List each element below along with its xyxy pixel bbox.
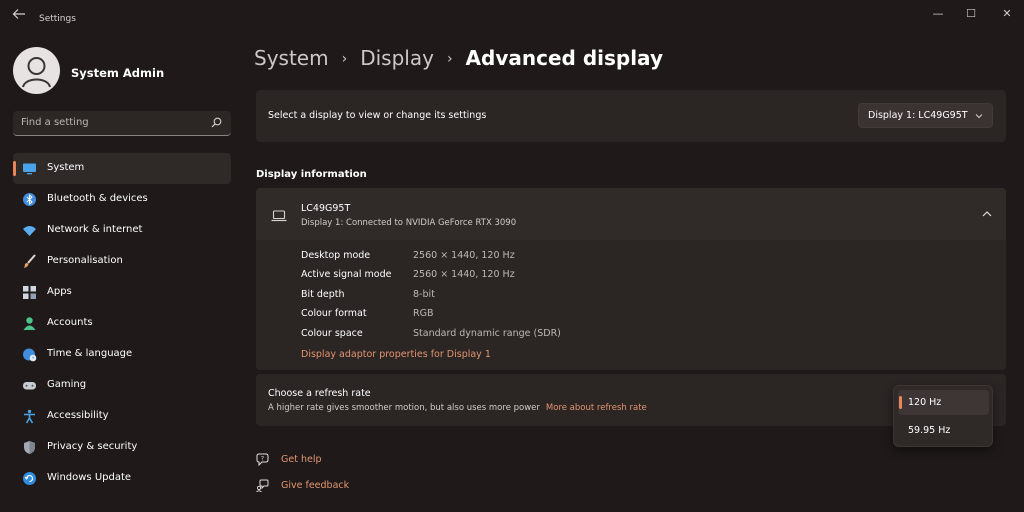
breadcrumb-display[interactable]: Display (360, 46, 434, 70)
sidebar-item-time-language[interactable]: Time & language (13, 339, 231, 370)
sidebar-item-label: Network & internet (47, 224, 143, 235)
search-icon[interactable] (211, 117, 222, 128)
sidebar-item-label: Bluetooth & devices (47, 193, 148, 204)
sidebar-item-gaming[interactable]: Gaming (13, 370, 231, 401)
close-button[interactable]: ✕ (997, 6, 1017, 22)
info-value: 8-bit (413, 289, 435, 300)
section-title-display-information: Display information (256, 169, 367, 180)
display-info-header[interactable]: LC49G95T Display 1: Connected to NVIDIA … (256, 188, 1006, 240)
sidebar-item-label: Accounts (47, 317, 93, 328)
search-input[interactable] (13, 111, 203, 134)
sidebar-item-label: Personalisation (47, 255, 123, 266)
system-monitor-icon (22, 161, 37, 176)
monitor-name: LC49G95T (301, 203, 351, 214)
help-chat-icon: ? (256, 453, 269, 467)
bluetooth-icon (22, 192, 37, 207)
display-dropdown-value: Display 1: LC49G95T (868, 110, 968, 121)
sidebar-item-label: Privacy & security (47, 441, 138, 452)
info-value: 2560 × 1440, 120 Hz (413, 269, 515, 280)
sidebar-item-windows-update[interactable]: Windows Update (13, 463, 231, 494)
info-key: Desktop mode (301, 250, 371, 261)
window-title: Settings (39, 14, 76, 24)
info-key: Active signal mode (301, 269, 392, 280)
refresh-rate-description: A higher rate gives smoother motion, but… (268, 403, 540, 413)
display-select-card: Select a display to view or change its s… (256, 90, 1006, 142)
refresh-rate-option-label: 59.95 Hz (908, 425, 951, 436)
sidebar-item-label: Windows Update (47, 472, 132, 483)
refresh-rate-option-120[interactable]: 120 Hz (898, 390, 989, 415)
page-title: Advanced display (465, 46, 663, 70)
display-adapter-properties-link[interactable]: Display adaptor properties for Display 1 (301, 349, 491, 360)
sidebar-item-bluetooth[interactable]: Bluetooth & devices (13, 184, 231, 215)
person-icon (22, 316, 37, 331)
search-box[interactable] (13, 111, 231, 136)
sidebar-item-accessibility[interactable]: Accessibility (13, 401, 231, 432)
avatar (13, 47, 60, 94)
maximize-button[interactable]: ☐ (961, 6, 981, 22)
sidebar-item-system[interactable]: System (13, 153, 231, 184)
apps-grid-icon (22, 285, 37, 300)
give-feedback-label: Give feedback (281, 480, 350, 491)
chevron-right-icon: › (341, 51, 348, 67)
display-select-label: Select a display to view or change its s… (268, 110, 487, 121)
sidebar-item-label: System (47, 162, 85, 173)
chevron-up-icon[interactable] (982, 210, 992, 218)
sidebar-item-apps[interactable]: Apps (13, 277, 231, 308)
sidebar-item-label: Accessibility (47, 410, 109, 421)
accessibility-icon (22, 409, 37, 424)
refresh-rate-dropdown-menu: 120 Hz 59.95 Hz (893, 385, 993, 447)
chevron-down-icon (975, 112, 983, 120)
laptop-icon (271, 210, 287, 222)
back-arrow-icon[interactable] (12, 7, 28, 23)
sidebar-item-personalisation[interactable]: Personalisation (13, 246, 231, 277)
sidebar-nav: System Bluetooth & devices Network & int… (13, 153, 231, 494)
get-help-label: Get help (281, 454, 322, 465)
sidebar-item-accounts[interactable]: Accounts (13, 308, 231, 339)
refresh-rate-option-label: 120 Hz (908, 397, 942, 408)
wifi-icon (22, 223, 37, 238)
refresh-rate-option-59-95[interactable]: 59.95 Hz (898, 418, 989, 443)
chevron-right-icon: › (446, 51, 453, 67)
shield-icon (22, 440, 37, 455)
update-icon (22, 471, 37, 486)
sidebar-item-label: Gaming (47, 379, 87, 390)
info-key: Colour format (301, 308, 367, 319)
sidebar-item-label: Apps (47, 286, 72, 297)
info-key: Bit depth (301, 289, 345, 300)
person-avatar-icon (22, 57, 51, 88)
globe-clock-icon (22, 347, 37, 362)
breadcrumb: System › Display › Advanced display (254, 46, 663, 70)
info-value: 2560 × 1440, 120 Hz (413, 250, 515, 261)
minimize-button[interactable]: — (928, 6, 948, 22)
sidebar-item-label: Time & language (47, 348, 133, 359)
info-value: RGB (413, 308, 434, 319)
sidebar-item-network[interactable]: Network & internet (13, 215, 231, 246)
brush-icon (22, 254, 37, 269)
display-info-card: LC49G95T Display 1: Connected to NVIDIA … (256, 188, 1006, 370)
info-key: Colour space (301, 328, 363, 339)
refresh-rate-description-line: A higher rate gives smoother motion, but… (268, 403, 647, 413)
display-dropdown[interactable]: Display 1: LC49G95T (858, 103, 993, 128)
user-name: System Admin (71, 66, 165, 80)
gamepad-icon (22, 378, 37, 393)
title-bar: Settings — ☐ ✕ (0, 0, 1024, 32)
sidebar-item-privacy-security[interactable]: Privacy & security (13, 432, 231, 463)
svg-text:?: ? (261, 455, 264, 462)
breadcrumb-system[interactable]: System (254, 46, 329, 70)
more-about-refresh-rate-link[interactable]: More about refresh rate (546, 403, 647, 413)
monitor-connection: Display 1: Connected to NVIDIA GeForce R… (301, 218, 517, 228)
info-value: Standard dynamic range (SDR) (413, 328, 561, 339)
feedback-icon (256, 479, 269, 493)
refresh-rate-title: Choose a refresh rate (268, 388, 371, 399)
